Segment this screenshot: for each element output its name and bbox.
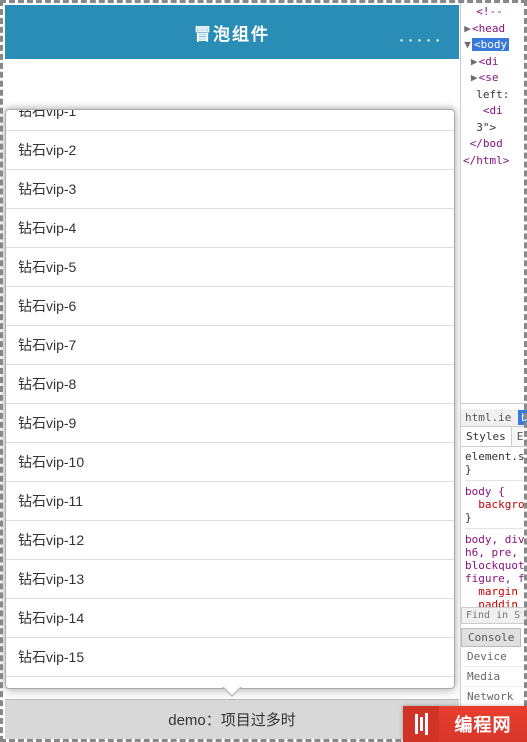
- popup-scroll[interactable]: 钻石vip-1 钻石vip-2 钻石vip-3 钻石vip-4 钻石vip-5 …: [6, 110, 454, 688]
- css-selector[interactable]: blockquot: [465, 559, 525, 572]
- find-in-styles-input[interactable]: [461, 607, 527, 624]
- demo-footer[interactable]: demo：项目过多时: [5, 699, 459, 739]
- dom-node[interactable]: 3">: [463, 120, 525, 137]
- dom-node[interactable]: <di: [463, 103, 525, 120]
- css-selector[interactable]: h6, pre,: [465, 546, 518, 559]
- css-prop[interactable]: paddin: [478, 598, 518, 607]
- dom-node[interactable]: <!--: [463, 4, 525, 21]
- dom-node[interactable]: ▶<se: [463, 70, 525, 87]
- list-item[interactable]: 钻石vip-15: [6, 638, 454, 677]
- dom-node[interactable]: ▶<di: [463, 54, 525, 71]
- styles-pane[interactable]: element.s } body { backgro } body, div h…: [461, 447, 527, 607]
- css-selector[interactable]: figure, f: [465, 572, 525, 585]
- list-item[interactable]: 钻石vip-9: [6, 404, 454, 443]
- phone-preview: 冒泡组件 • • • • • 钻石vip-1 钻石vip-2 钻石vip-3 钻…: [5, 5, 459, 740]
- list-item[interactable]: 钻石vip-1: [6, 110, 454, 131]
- list-item[interactable]: 钻石vip-10: [6, 443, 454, 482]
- list-item[interactable]: 钻石vip-11: [6, 482, 454, 521]
- watermark-icon: [403, 706, 439, 742]
- list-item[interactable]: 钻石vip-13: [6, 560, 454, 599]
- app-header: 冒泡组件 • • • • •: [5, 5, 459, 59]
- css-rule[interactable]: element.s: [465, 450, 523, 463]
- footer-label: demo：项目过多时: [168, 709, 296, 730]
- tab-styles[interactable]: Styles: [461, 427, 512, 446]
- dom-node[interactable]: </bod: [463, 136, 525, 153]
- watermark-text: 编程网: [439, 711, 527, 737]
- css-prop[interactable]: backgro: [478, 498, 524, 511]
- dom-node-selected[interactable]: ▼<body: [463, 37, 525, 54]
- css-selector[interactable]: body {: [465, 485, 505, 498]
- dom-node[interactable]: ▶<head: [463, 21, 525, 38]
- css-prop[interactable]: margin: [478, 585, 518, 598]
- drawer-item-media[interactable]: Media: [461, 667, 527, 687]
- list-item[interactable]: 钻石vip-8: [6, 365, 454, 404]
- devtools-panel: <!-- ▶<head ▼<body ▶<di ▶<se left: <di 3…: [460, 0, 527, 742]
- list-item[interactable]: 钻石vip-12: [6, 521, 454, 560]
- dom-node[interactable]: </html>: [463, 153, 525, 170]
- list-item[interactable]: 钻石vip-4: [6, 209, 454, 248]
- css-rule[interactable]: }: [465, 511, 523, 524]
- css-rule[interactable]: }: [465, 463, 523, 476]
- styles-tabs: Styles E: [461, 427, 527, 447]
- bubble-popup: 钻石vip-1 钻石vip-2 钻石vip-3 钻石vip-4 钻石vip-5 …: [5, 109, 455, 689]
- list-item[interactable]: 钻石vip-7: [6, 326, 454, 365]
- dom-node[interactable]: left:: [463, 87, 525, 104]
- header-menu-dots[interactable]: • • • • •: [400, 36, 441, 45]
- styles-scroll[interactable]: element.s } body { backgro } body, div h…: [461, 447, 527, 607]
- list-item[interactable]: 钻石vip-3: [6, 170, 454, 209]
- content-area: 钻石vip-1 钻石vip-2 钻石vip-3 钻石vip-4 钻石vip-5 …: [5, 59, 459, 699]
- list-item[interactable]: 钻石vip-14: [6, 599, 454, 638]
- breadcrumb-body[interactable]: b: [518, 410, 527, 425]
- header-title: 冒泡组件: [194, 20, 270, 45]
- list-item[interactable]: 钻石vip-5: [6, 248, 454, 287]
- css-selector[interactable]: body, div: [465, 533, 525, 546]
- dom-tree[interactable]: <!-- ▶<head ▼<body ▶<di ▶<se left: <di 3…: [461, 0, 527, 173]
- list-item[interactable]: 钻石vip-6: [6, 287, 454, 326]
- drawer-item-network[interactable]: Network: [461, 687, 527, 707]
- breadcrumb-html[interactable]: html.ie: [465, 411, 511, 424]
- drawer-item-device[interactable]: Device: [461, 647, 527, 667]
- list-item[interactable]: 钻石vip-2: [6, 131, 454, 170]
- tab-console[interactable]: Console: [461, 628, 521, 647]
- tab-events[interactable]: E: [512, 427, 527, 446]
- watermark-logo: 编程网: [403, 706, 527, 742]
- popup-arrow-icon: [222, 687, 242, 697]
- breadcrumb-bar[interactable]: html.ie b: [461, 409, 527, 427]
